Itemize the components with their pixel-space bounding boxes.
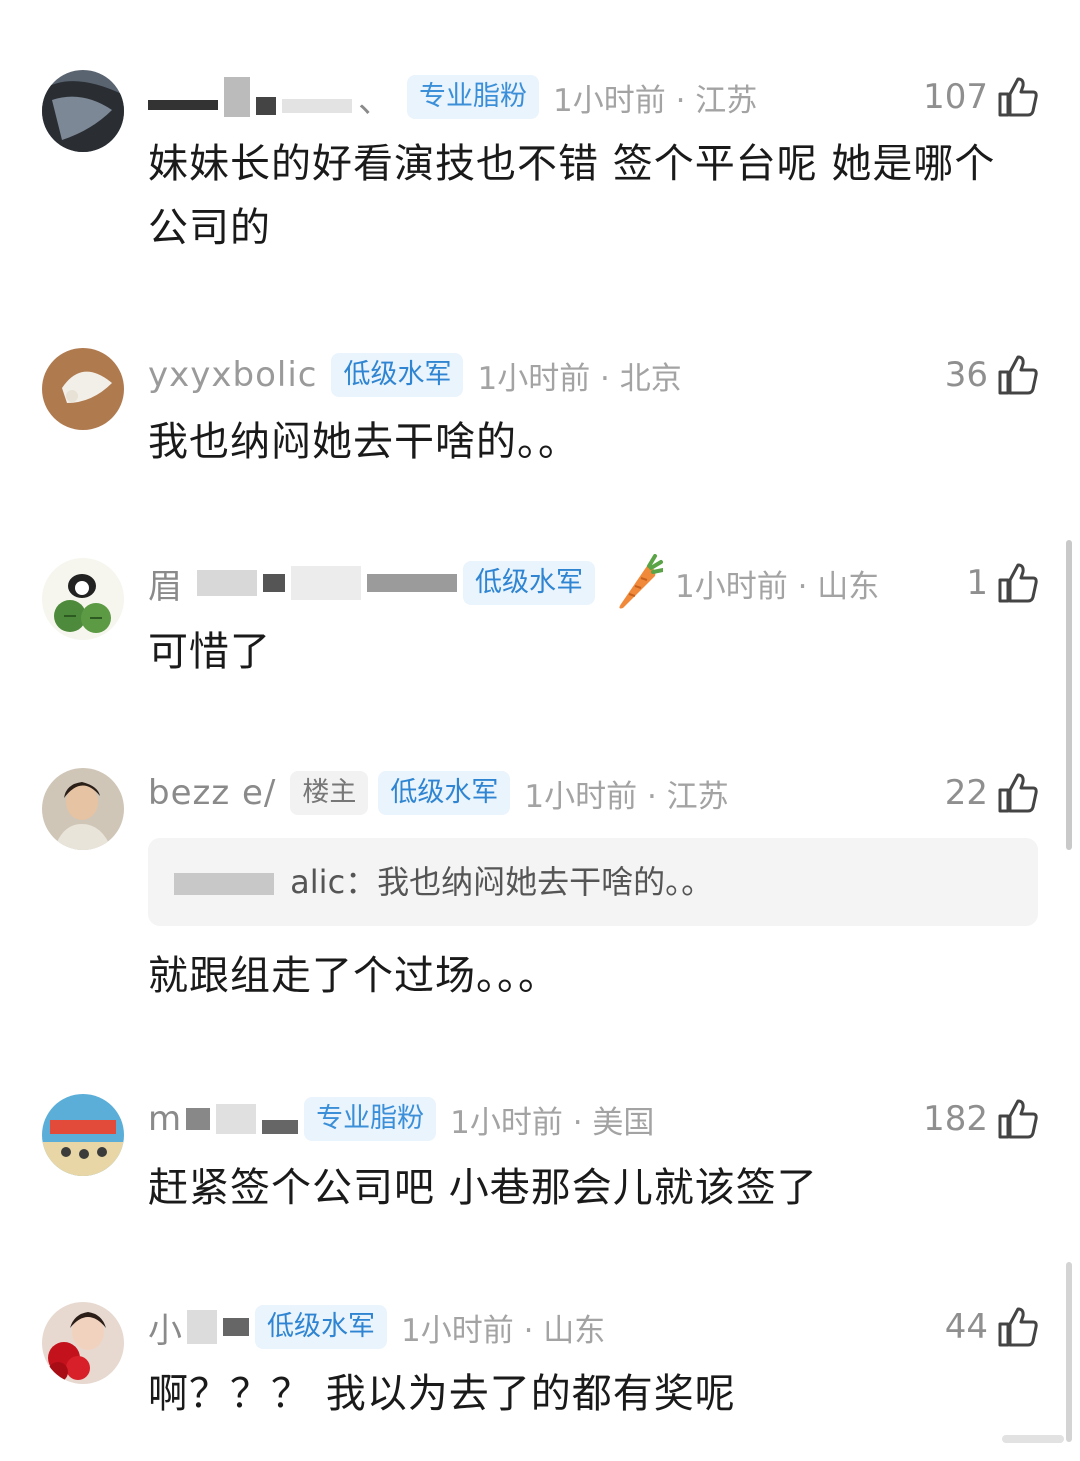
redacted-username bbox=[187, 1310, 217, 1344]
water-army-badge[interactable]: 低级水军 bbox=[378, 771, 511, 815]
timestamp-location: 1小时前 · 北京 bbox=[477, 360, 682, 397]
comment-meta: bezz e/ 楼主 低级水军 1小时前 · 江苏 bbox=[148, 770, 729, 816]
redacted-username bbox=[223, 1318, 249, 1336]
thumbs-up-icon bbox=[998, 1307, 1038, 1347]
avatar[interactable] bbox=[42, 1094, 124, 1176]
username[interactable]: 眉 bbox=[148, 559, 183, 608]
timestamp-location: 1小时前 · 江苏 bbox=[553, 82, 758, 119]
redacted-username bbox=[256, 97, 276, 115]
username[interactable]: 、 bbox=[358, 73, 393, 122]
timestamp-location: 1小时前 · 江苏 bbox=[524, 778, 729, 815]
like-count: 36 bbox=[944, 355, 988, 395]
like-count: 182 bbox=[923, 1099, 988, 1139]
like-count: 1 bbox=[966, 563, 988, 603]
thumbs-up-icon bbox=[998, 563, 1038, 603]
redacted-username bbox=[216, 1104, 257, 1134]
redacted-username bbox=[224, 77, 250, 117]
redacted-username bbox=[197, 570, 257, 596]
water-army-badge[interactable]: 低级水军 bbox=[255, 1305, 387, 1349]
comment-meta: m 专业脂粉 1小时前 · 美国 bbox=[148, 1096, 654, 1142]
comment-meta: 小 低级水军 1小时前 · 山东 bbox=[148, 1303, 606, 1352]
avatar[interactable] bbox=[42, 70, 124, 152]
like-button[interactable]: 107 bbox=[923, 74, 1040, 120]
username[interactable]: m bbox=[148, 1099, 182, 1139]
timestamp-location: 1小时前 · 美国 bbox=[450, 1104, 655, 1141]
redacted-username bbox=[174, 873, 274, 895]
comment-meta: yxyxbolic 低级水军 1小时前 · 北京 bbox=[148, 352, 682, 398]
comment-text: 我也纳闷她去干啥的。。 bbox=[148, 419, 579, 465]
comment-text: 啊？？？ 我以为去了的都有奖呢 bbox=[148, 1371, 736, 1417]
water-army-badge[interactable]: 低级水军 bbox=[463, 561, 595, 605]
like-count: 107 bbox=[923, 77, 988, 117]
thumbs-up-icon bbox=[998, 1099, 1038, 1139]
username[interactable]: bezz e/ bbox=[148, 773, 276, 813]
avatar[interactable] bbox=[42, 558, 124, 640]
comment-meta: 、 专业脂粉 1小时前 · 江苏 bbox=[148, 73, 758, 122]
redacted-username bbox=[148, 100, 218, 110]
thumbs-up-icon bbox=[998, 77, 1038, 117]
like-button[interactable]: 44 bbox=[945, 1304, 1040, 1350]
redacted-username bbox=[282, 99, 352, 113]
like-button[interactable]: 182 bbox=[923, 1096, 1040, 1142]
timestamp-location: 1小时前 · 山东 bbox=[675, 568, 880, 605]
like-button[interactable]: 1 bbox=[966, 560, 1040, 606]
comment-text: 就跟组走了个过场。。。 bbox=[148, 953, 559, 999]
carrot-icon bbox=[609, 554, 663, 612]
comment-meta: 眉 低级水军 1小时前 · 山东 bbox=[148, 554, 880, 609]
like-button[interactable]: 36 bbox=[945, 352, 1040, 398]
timestamp-location: 1小时前 · 山东 bbox=[401, 1312, 606, 1349]
quoted-reply[interactable]: alic：我也纳闷她去干啥的。。 bbox=[148, 838, 1038, 926]
comment-list: 、 专业脂粉 1小时前 · 江苏 107 妹妹长的好看演技也不错 签个平台呢 她… bbox=[0, 0, 1080, 1461]
owner-badge: 楼主 bbox=[290, 771, 369, 815]
comment-text: 赶紧签个公司吧 小巷那会儿就该签了 bbox=[148, 1165, 818, 1211]
redacted-username bbox=[263, 574, 285, 592]
comment-text: 可惜了 bbox=[148, 629, 271, 675]
redacted-username bbox=[262, 1120, 299, 1134]
fan-badge[interactable]: 专业脂粉 bbox=[304, 1097, 437, 1141]
like-button[interactable]: 22 bbox=[945, 770, 1040, 816]
water-army-badge[interactable]: 低级水军 bbox=[331, 353, 464, 397]
quoted-reply-text: alic：我也纳闷她去干啥的。。 bbox=[290, 863, 714, 901]
watermark-logo bbox=[1002, 1435, 1064, 1443]
avatar[interactable] bbox=[42, 1302, 124, 1384]
username[interactable]: yxyxbolic bbox=[148, 355, 317, 395]
username[interactable]: 小 bbox=[148, 1303, 183, 1352]
scrollbar-track[interactable] bbox=[1066, 1262, 1072, 1442]
like-count: 22 bbox=[944, 773, 988, 813]
redacted-username bbox=[367, 574, 457, 592]
redacted-username bbox=[186, 1108, 211, 1130]
comment-text: 妹妹长的好看演技也不错 签个平台呢 她是哪个公司的 bbox=[148, 141, 996, 251]
avatar[interactable] bbox=[42, 768, 124, 850]
thumbs-up-icon bbox=[998, 773, 1038, 813]
scrollbar[interactable] bbox=[1066, 540, 1072, 850]
like-count: 44 bbox=[944, 1307, 988, 1347]
fan-badge[interactable]: 专业脂粉 bbox=[407, 75, 539, 119]
thumbs-up-icon bbox=[998, 355, 1038, 395]
redacted-username bbox=[291, 566, 361, 600]
avatar[interactable] bbox=[42, 348, 124, 430]
